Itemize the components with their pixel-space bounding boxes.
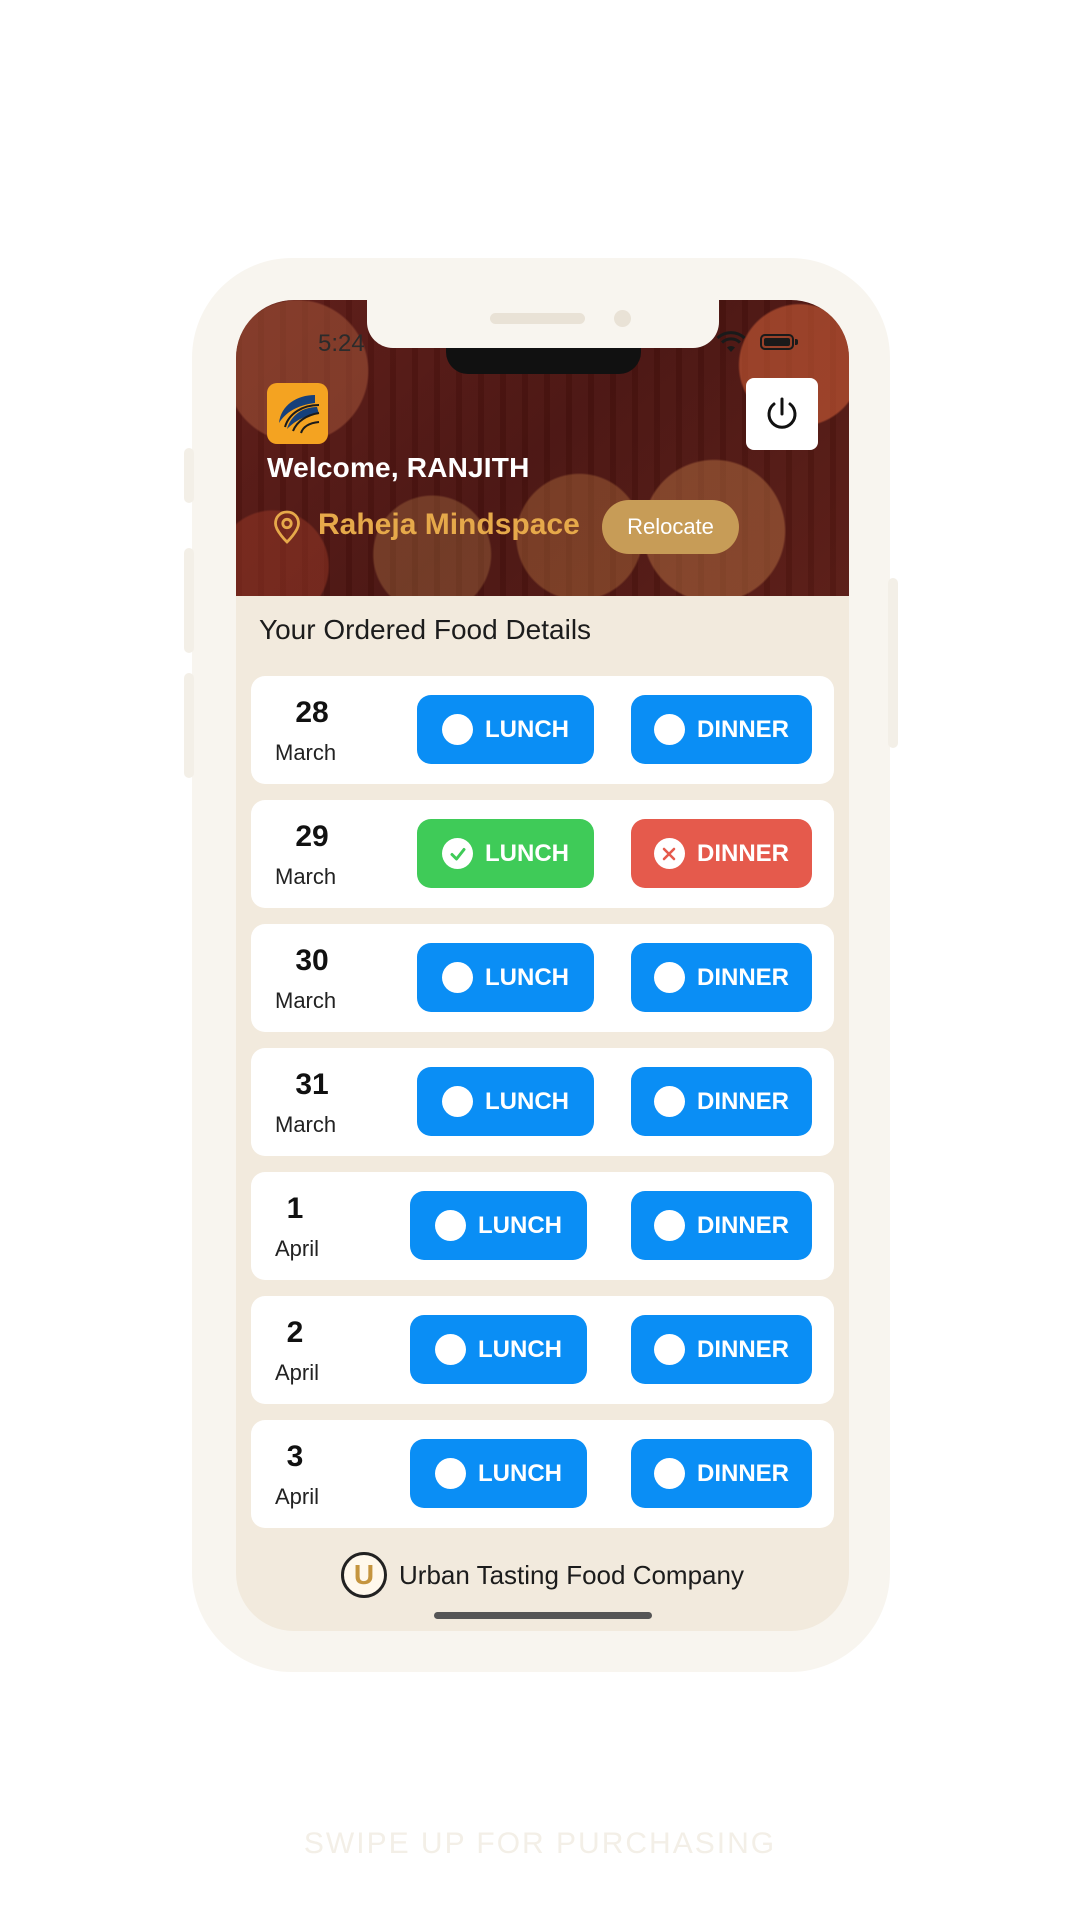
order-month: April [275,1484,320,1509]
phone-volume-up [184,548,194,653]
dinner-button[interactable]: DINNER [631,943,812,1012]
order-month: March [275,740,337,765]
company-logo: U [341,1552,388,1598]
lunch-button[interactable]: LUNCH [417,1067,594,1136]
lunch-label: LUNCH [485,963,569,991]
swipe-hint-text: SWIPE UP FOR PURCHASING [303,1827,777,1860]
home-indicator[interactable] [434,1612,652,1619]
dinner-button[interactable]: DINNER [631,695,812,764]
phone-side-button [184,448,194,503]
lunch-label: LUNCH [485,839,569,867]
order-day: 30 [295,944,329,977]
order-day: 29 [295,820,329,853]
camera-dot [614,310,631,327]
location-name: Raheja Mindspace [318,508,580,541]
wifi-icon [716,331,746,352]
order-month: March [275,988,337,1013]
empty-circle-icon [653,714,685,745]
app-logo-icon [267,383,328,444]
location-pin-icon [274,510,300,544]
empty-circle-icon [442,714,473,745]
dinner-label: DINNER [696,715,789,743]
order-row: 31 March LUNCH DINNER [251,1048,834,1156]
header-banner: 5:24 Welcome, RANJITH Raheja Mindspace R… [236,300,849,596]
order-day: 31 [295,1068,329,1101]
lunch-label: LUNCH [485,715,569,743]
footer-branding: U Urban Tasting Food Company [236,1550,849,1600]
phone-notch [367,300,719,348]
logout-button[interactable] [746,378,818,450]
order-day: 1 [286,1192,304,1225]
empty-circle-icon [435,1334,466,1365]
empty-circle-icon [435,1210,466,1241]
order-row: 29 March LUNCH DINNER [251,800,834,908]
order-day: 2 [286,1316,304,1349]
relocate-button[interactable]: Relocate [602,500,739,554]
dinner-label: DINNER [696,1087,789,1115]
empty-circle-icon [442,1086,473,1117]
order-month: April [275,1360,320,1385]
phone-volume-down [184,673,194,778]
order-row: 2 April LUNCH DINNER [251,1296,834,1404]
order-month: April [275,1236,320,1261]
lunch-button[interactable]: LUNCH [417,943,594,1012]
empty-circle-icon [653,962,685,993]
dinner-button[interactable]: DINNER [631,1067,812,1136]
lunch-label: LUNCH [478,1211,562,1239]
dinner-label: DINNER [696,839,789,867]
phone-power-side-button [888,578,898,748]
empty-circle-icon [653,1086,685,1117]
company-name: Urban Tasting Food Company [399,1559,744,1590]
empty-circle-icon [653,1334,685,1365]
empty-circle-icon [653,1458,685,1489]
lunch-button[interactable]: LUNCH [410,1191,587,1260]
status-icons [716,330,826,356]
battery-icon [760,334,798,350]
dinner-button[interactable]: DINNER [631,819,812,888]
order-day: 28 [295,696,329,729]
notch-cutout [446,348,641,374]
power-icon [767,397,797,429]
lunch-label: LUNCH [478,1459,562,1487]
dinner-label: DINNER [696,963,789,991]
status-time: 5:24 [318,330,365,357]
dinner-button[interactable]: DINNER [631,1315,812,1384]
lunch-button[interactable]: LUNCH [410,1315,587,1384]
lunch-label: LUNCH [478,1335,562,1363]
check-circle-icon [442,838,473,869]
welcome-text: Welcome, RANJITH [267,452,530,483]
lunch-label: LUNCH [485,1087,569,1115]
order-row: 28 March LUNCH DINNER [251,676,834,784]
empty-circle-icon [442,962,473,993]
speaker-grille [490,313,585,324]
dinner-label: DINNER [696,1211,789,1239]
dinner-button[interactable]: DINNER [631,1191,812,1260]
dinner-label: DINNER [696,1335,789,1363]
order-month: March [275,864,337,889]
section-title: Your Ordered Food Details [259,614,592,645]
dinner-label: DINNER [696,1459,789,1487]
x-circle-icon [653,838,685,869]
lunch-button[interactable]: LUNCH [417,819,594,888]
dinner-button[interactable]: DINNER [631,1439,812,1508]
empty-circle-icon [653,1210,685,1241]
order-row: 1 April LUNCH DINNER [251,1172,834,1280]
order-row: 30 March LUNCH DINNER [251,924,834,1032]
app-screen: 5:24 Welcome, RANJITH Raheja Mindspace R… [236,300,849,1631]
order-day: 3 [286,1440,304,1473]
lunch-button[interactable]: LUNCH [417,695,594,764]
order-row: 3 April LUNCH DINNER [251,1420,834,1528]
lunch-button[interactable]: LUNCH [410,1439,587,1508]
empty-circle-icon [435,1458,466,1489]
order-month: March [275,1112,337,1137]
